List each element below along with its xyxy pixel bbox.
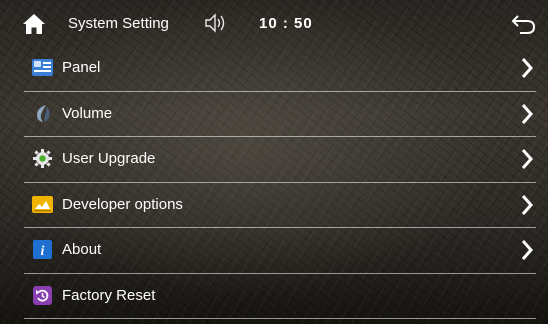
speaker-icon — [204, 13, 228, 33]
menu-item-about[interactable]: i About — [24, 228, 536, 274]
menu-item-label: User Upgrade — [62, 150, 156, 167]
menu-item-developer-options[interactable]: Developer options — [24, 183, 536, 228]
svg-text:i: i — [41, 244, 45, 259]
reset-icon — [32, 285, 53, 305]
clock-time: 10 : 50 — [259, 15, 313, 32]
menu-item-label: Developer options — [62, 195, 183, 213]
back-arrow-icon[interactable] — [510, 13, 536, 35]
menu-item-user-upgrade[interactable]: User Upgrade — [24, 137, 536, 183]
menu-item-factory-reset[interactable]: Factory Reset — [24, 274, 536, 319]
menu-item-panel[interactable]: Panel — [24, 46, 536, 92]
gear-icon — [32, 149, 53, 168]
home-icon[interactable] — [22, 13, 46, 35]
page-title: System Setting — [68, 15, 169, 32]
menu-item-label: Volume — [62, 104, 113, 122]
chevron-right-icon — [520, 148, 534, 170]
header-bar: System Setting 10 : 50 — [0, 0, 548, 46]
menu-item-label: About — [62, 241, 102, 258]
system-setting-screen: System Setting 10 : 50 Panel Volume User… — [0, 0, 548, 324]
settings-menu: Panel Volume User Upgrade Developer opti… — [0, 46, 548, 319]
volume-icon — [32, 104, 53, 123]
chevron-right-icon — [520, 57, 534, 79]
info-icon: i — [32, 240, 53, 259]
chevron-right-icon — [520, 239, 534, 261]
panel-icon — [32, 58, 53, 77]
menu-item-label: Panel — [62, 59, 101, 76]
developer-icon — [32, 195, 53, 214]
menu-item-label: Factory Reset — [62, 286, 156, 304]
chevron-right-icon — [520, 103, 534, 125]
chevron-right-icon — [520, 194, 534, 216]
menu-item-volume[interactable]: Volume — [24, 92, 536, 137]
